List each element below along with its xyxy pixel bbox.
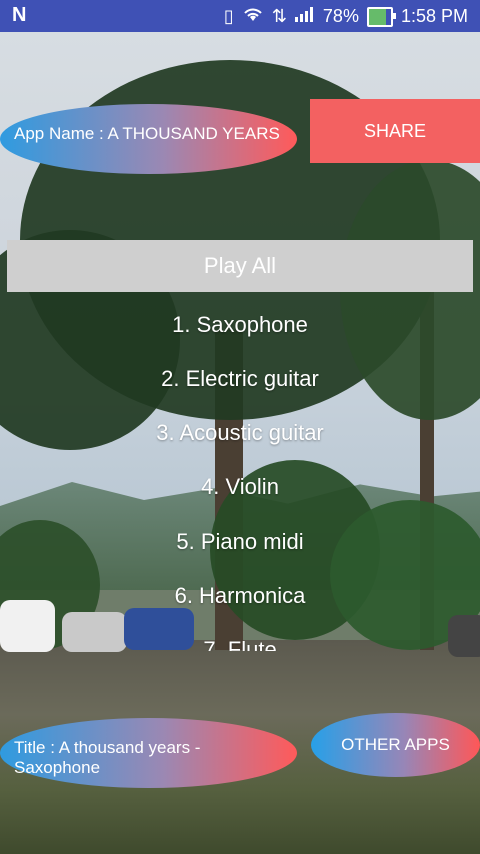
status-icons: ▯ ⇅ 78% 1:58 PM bbox=[224, 5, 468, 28]
title-pill: Title : A thousand years - Saxophone bbox=[0, 718, 297, 788]
track-item[interactable]: 7. Flute bbox=[0, 637, 480, 651]
notification-icon: N bbox=[12, 4, 27, 26]
signal-icon bbox=[294, 6, 315, 27]
play-all-button[interactable]: Play All bbox=[7, 240, 473, 292]
app-name-pill: App Name : A THOUSAND YEARS bbox=[0, 104, 297, 174]
track-item[interactable]: 3. Acoustic guitar bbox=[0, 420, 480, 446]
vibrate-icon: ▯ bbox=[223, 6, 234, 26]
track-item[interactable]: 6. Harmonica bbox=[0, 583, 480, 609]
share-button[interactable]: SHARE bbox=[310, 99, 480, 163]
battery-percent: 78% bbox=[322, 6, 359, 26]
status-bar: N ▯ ⇅ 78% 1:58 PM bbox=[0, 0, 480, 32]
clock: 1:58 PM bbox=[400, 6, 468, 26]
battery-icon bbox=[366, 6, 396, 27]
track-item[interactable]: 2. Electric guitar bbox=[0, 366, 480, 392]
wifi-icon bbox=[242, 5, 264, 28]
title-label: Title : A thousand years - Saxophone bbox=[14, 738, 201, 777]
track-item[interactable]: 4. Violin bbox=[0, 474, 480, 500]
app-name-label: App Name : A THOUSAND YEARS bbox=[14, 124, 280, 143]
track-item[interactable]: 1. Saxophone bbox=[0, 312, 480, 338]
other-apps-button[interactable]: OTHER APPS bbox=[311, 713, 480, 777]
track-item[interactable]: 5. Piano midi bbox=[0, 529, 480, 555]
data-arrows-icon: ⇅ bbox=[271, 6, 287, 26]
